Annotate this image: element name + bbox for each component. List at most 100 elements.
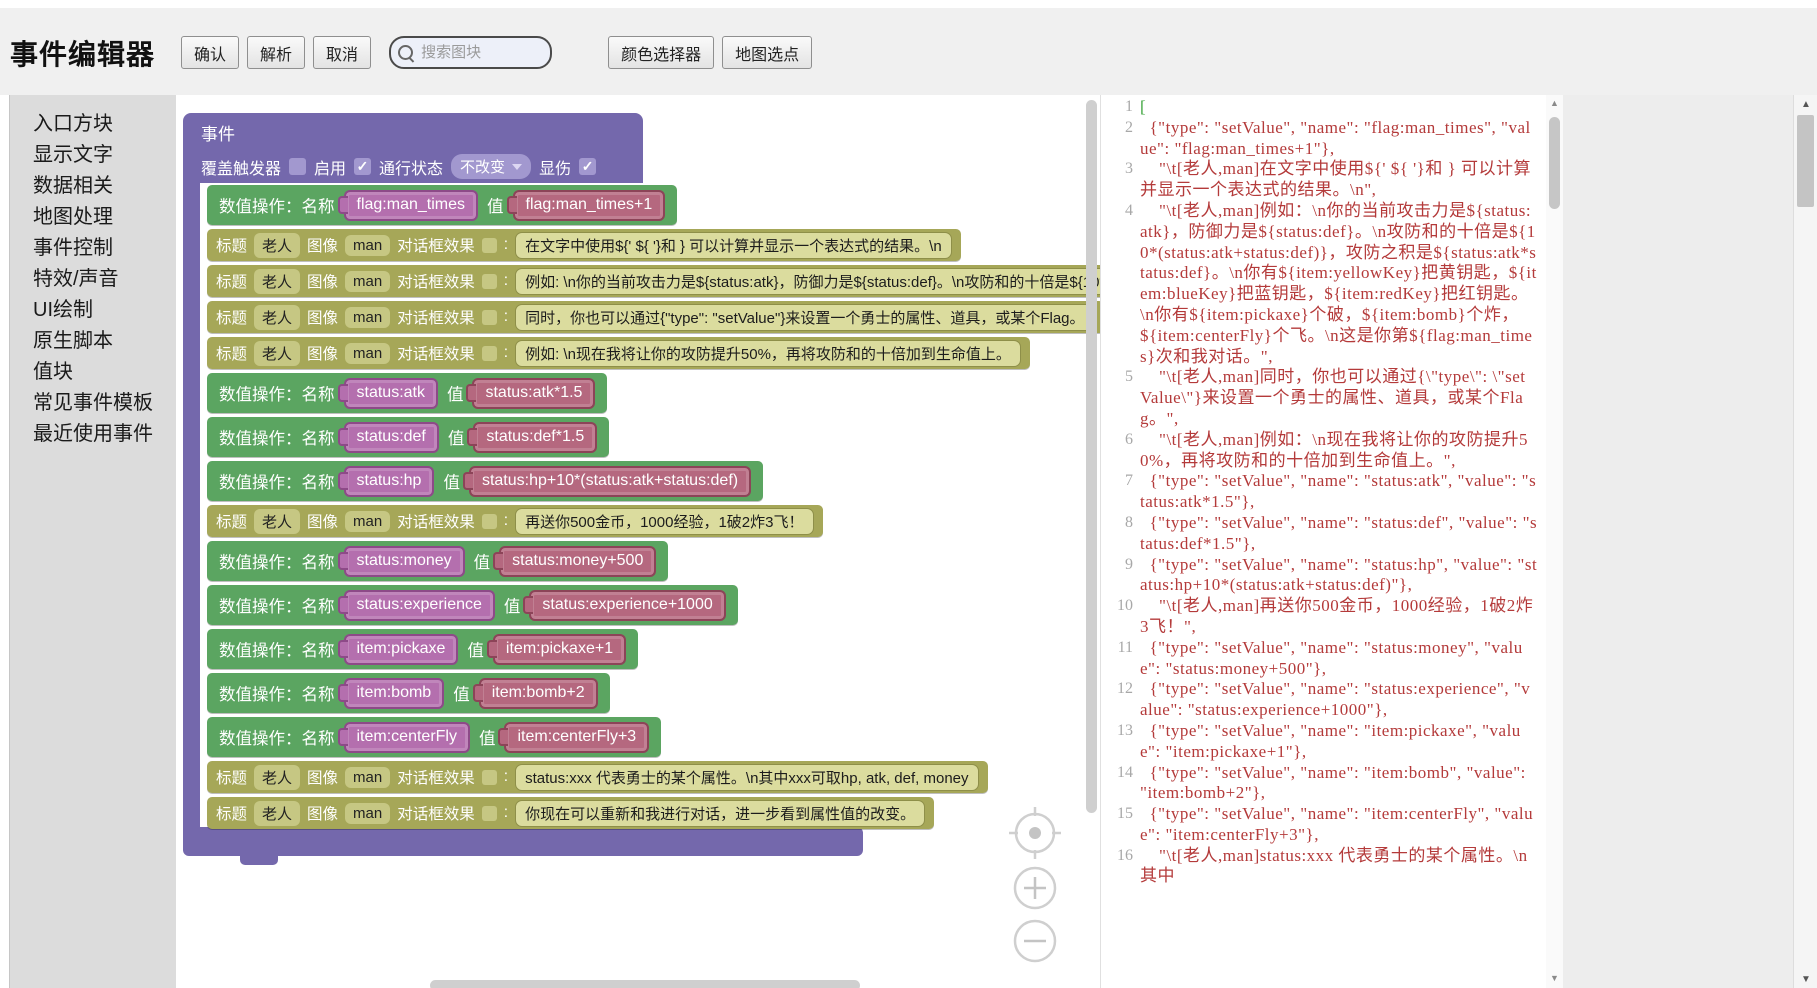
- enable-checkbox[interactable]: ✓: [354, 158, 371, 175]
- workspace-vscrollbar[interactable]: [1086, 100, 1097, 813]
- dialog-effect-checkbox[interactable]: [482, 806, 497, 821]
- zoom-in-button[interactable]: [1015, 868, 1055, 908]
- image-field[interactable]: man: [345, 511, 390, 532]
- value-field[interactable]: status:atk*1.5: [472, 378, 595, 409]
- dialog-effect-checkbox[interactable]: [482, 238, 497, 253]
- name-field[interactable]: status:experience: [344, 590, 495, 621]
- name-field[interactable]: status:def: [344, 422, 439, 453]
- reset-view-button[interactable]: [1009, 807, 1061, 859]
- value-field[interactable]: item:centerFly+3: [504, 722, 649, 753]
- sidebar-item[interactable]: 特效/声音: [10, 264, 176, 295]
- dialog-text-field[interactable]: 同时，你也可以通过{"type": "setValue"}来设置一个勇士的属性、…: [515, 304, 1094, 331]
- title-block[interactable]: 标题老人图像man对话框效果:status:xxx 代表勇士的某个属性。\n其中…: [207, 761, 988, 793]
- code-panel[interactable]: 1[2 {"type": "setValue", "name": "flag:m…: [1100, 95, 1546, 988]
- pass-state-dropdown[interactable]: 不改变: [451, 154, 531, 179]
- image-field[interactable]: man: [345, 767, 390, 788]
- name-field[interactable]: item:centerFly: [344, 722, 470, 753]
- speaker-field[interactable]: 老人: [254, 801, 300, 826]
- speaker-field[interactable]: 老人: [254, 509, 300, 534]
- dialog-text-field[interactable]: 再送你500金币，1000经验，1破2炸3飞！: [515, 508, 813, 535]
- map-pick-button[interactable]: 地图选点: [722, 36, 812, 69]
- value-field[interactable]: item:pickaxe+1: [493, 634, 626, 665]
- name-field[interactable]: item:bomb: [344, 678, 445, 709]
- sidebar-item[interactable]: 事件控制: [10, 233, 176, 264]
- speaker-field[interactable]: 老人: [254, 269, 300, 294]
- sidebar-item[interactable]: 数据相关: [10, 171, 176, 202]
- dialog-text-field[interactable]: 例如: \n现在我将让你的攻防提升50%，再将攻防和的十倍加到生命值上。: [515, 340, 1021, 367]
- page-scrollbar-thumb[interactable]: [1797, 115, 1814, 207]
- value-field[interactable]: status:money+500: [499, 546, 656, 577]
- sidebar-item[interactable]: 值块: [10, 357, 176, 388]
- image-field[interactable]: man: [345, 343, 390, 364]
- setvalue-block[interactable]: 数值操作：名称status:atk值status:atk*1.5: [207, 373, 607, 413]
- value-field[interactable]: item:bomb+2: [479, 678, 598, 709]
- dialog-effect-checkbox[interactable]: [482, 310, 497, 325]
- page-scrollbar[interactable]: ▲ ▼: [1793, 95, 1817, 988]
- search-input[interactable]: [419, 43, 533, 62]
- value-field[interactable]: status:def*1.5: [473, 422, 597, 453]
- sidebar-item[interactable]: 原生脚本: [10, 326, 176, 357]
- workspace-hscrollbar[interactable]: [430, 980, 860, 988]
- blockly-workspace[interactable]: 事件 覆盖触发器 启用 ✓ 通行状态 不改变 显伤 ✓ 数值: [176, 95, 1100, 988]
- dialog-text-field[interactable]: 例如: \n你的当前攻击力是${status:atk}，防御力是${status…: [515, 268, 1100, 295]
- image-field[interactable]: man: [345, 235, 390, 256]
- color-picker-button[interactable]: 颜色选择器: [608, 36, 714, 69]
- confirm-button[interactable]: 确认: [181, 36, 239, 69]
- title-block[interactable]: 标题老人图像man对话框效果:你现在可以重新和我进行对话，进一步看到属性值的改变…: [207, 797, 934, 829]
- speaker-field[interactable]: 老人: [254, 341, 300, 366]
- title-block[interactable]: 标题老人图像man对话框效果:例如: \n现在我将让你的攻防提升50%，再将攻防…: [207, 337, 1030, 369]
- parse-button[interactable]: 解析: [247, 36, 305, 69]
- setvalue-block[interactable]: 数值操作：名称status:hp值status:hp+10*(status:at…: [207, 461, 763, 501]
- title-block[interactable]: 标题老人图像man对话框效果:例如: \n你的当前攻击力是${status:at…: [207, 265, 1100, 297]
- dialog-text-field[interactable]: status:xxx 代表勇士的某个属性。\n其中xxx可取hp, atk, d…: [515, 764, 978, 791]
- title-block[interactable]: 标题老人图像man对话框效果:在文字中使用${' ${ '}和 } 可以计算并显…: [207, 229, 961, 261]
- dialog-effect-checkbox[interactable]: [482, 346, 497, 361]
- speaker-field[interactable]: 老人: [254, 233, 300, 258]
- damage-checkbox[interactable]: ✓: [579, 158, 596, 175]
- setvalue-block[interactable]: 数值操作：名称status:experience值status:experien…: [207, 585, 738, 625]
- dialog-effect-checkbox[interactable]: [482, 770, 497, 785]
- setvalue-block[interactable]: 数值操作：名称status:def值status:def*1.5: [207, 417, 609, 457]
- name-field[interactable]: status:hp: [344, 466, 435, 497]
- image-field[interactable]: man: [345, 803, 390, 824]
- title-block[interactable]: 标题老人图像man对话框效果:同时，你也可以通过{"type": "setVal…: [207, 301, 1100, 333]
- name-field[interactable]: status:atk: [344, 378, 438, 409]
- dialog-effect-checkbox[interactable]: [482, 274, 497, 289]
- sidebar-item[interactable]: UI绘制: [10, 295, 176, 326]
- sidebar-item[interactable]: 显示文字: [10, 140, 176, 171]
- image-field[interactable]: man: [345, 307, 390, 328]
- cancel-button[interactable]: 取消: [313, 36, 371, 69]
- search-box[interactable]: [389, 36, 552, 69]
- page-scroll-up-icon[interactable]: ▲: [1794, 95, 1817, 113]
- name-field[interactable]: status:money: [344, 546, 465, 577]
- scroll-up-icon[interactable]: ▲: [1546, 95, 1563, 111]
- setvalue-block[interactable]: 数值操作：名称status:money值status:money+500: [207, 541, 668, 581]
- scroll-down-icon[interactable]: ▼: [1546, 970, 1563, 986]
- page-scroll-down-icon[interactable]: ▼: [1794, 970, 1817, 988]
- dialog-text-field[interactable]: 你现在可以重新和我进行对话，进一步看到属性值的改变。: [515, 800, 925, 827]
- speaker-field[interactable]: 老人: [254, 765, 300, 790]
- setvalue-block[interactable]: 数值操作：名称item:centerFly值item:centerFly+3: [207, 717, 661, 757]
- dialog-effect-checkbox[interactable]: [482, 514, 497, 529]
- sidebar-item[interactable]: 入口方块: [10, 109, 176, 140]
- setvalue-block[interactable]: 数值操作：名称item:bomb值item:bomb+2: [207, 673, 610, 713]
- sidebar-item[interactable]: 地图处理: [10, 202, 176, 233]
- speaker-field[interactable]: 老人: [254, 305, 300, 330]
- name-field[interactable]: flag:man_times: [344, 190, 479, 221]
- setvalue-block[interactable]: 数值操作：名称item:pickaxe值item:pickaxe+1: [207, 629, 638, 669]
- code-scrollbar[interactable]: ▲ ▼: [1546, 95, 1563, 988]
- image-field[interactable]: man: [345, 271, 390, 292]
- name-field[interactable]: item:pickaxe: [344, 634, 459, 665]
- value-field[interactable]: flag:man_times+1: [513, 190, 666, 221]
- sidebar-item[interactable]: 最近使用事件: [10, 419, 176, 450]
- value-field[interactable]: status:experience+1000: [529, 590, 725, 621]
- event-block[interactable]: 事件 覆盖触发器 启用 ✓ 通行状态 不改变 显伤 ✓ 数值: [183, 113, 643, 183]
- setvalue-block[interactable]: 数值操作：名称flag:man_times值flag:man_times+1: [207, 185, 677, 225]
- code-scrollbar-thumb[interactable]: [1549, 117, 1560, 209]
- dialog-text-field[interactable]: 在文字中使用${' ${ '}和 } 可以计算并显示一个表达式的结果。\n: [515, 232, 952, 259]
- event-block-header[interactable]: 事件 覆盖触发器 启用 ✓ 通行状态 不改变 显伤 ✓: [183, 113, 643, 183]
- trigger-checkbox[interactable]: [289, 158, 306, 175]
- title-block[interactable]: 标题老人图像man对话框效果:再送你500金币，1000经验，1破2炸3飞！: [207, 505, 823, 537]
- zoom-out-button[interactable]: [1015, 921, 1055, 961]
- value-field[interactable]: status:hp+10*(status:atk+status:def): [469, 466, 751, 497]
